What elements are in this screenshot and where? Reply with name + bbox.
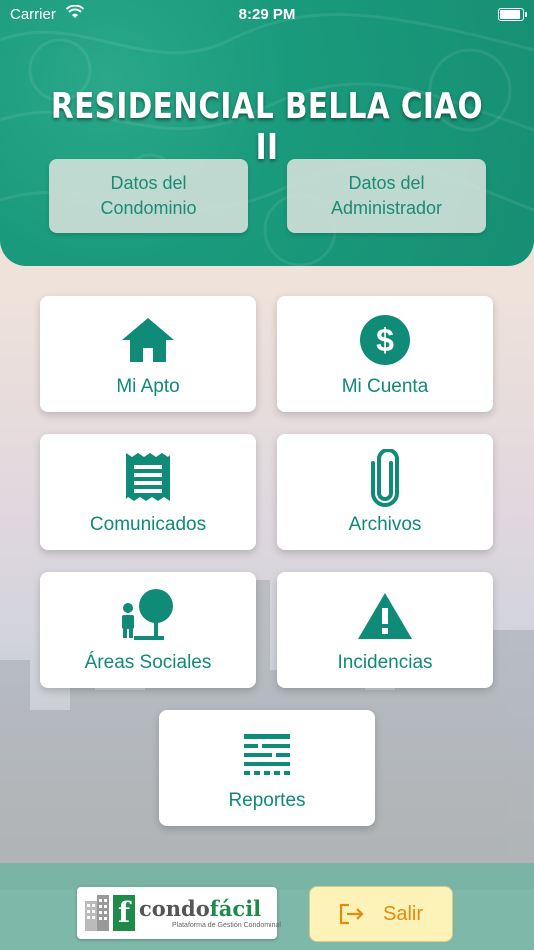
logo-wordmark: condofácil — [139, 896, 261, 921]
menu-tile-areas-sociales[interactable]: Áreas Sociales — [40, 572, 256, 688]
header-banner: RESIDENCIAL BELLA CIAO II Datos del Cond… — [0, 0, 534, 266]
administrator-info-button[interactable]: Datos del Administrador — [287, 159, 486, 233]
battery-icon — [498, 8, 527, 21]
warning-icon — [358, 593, 412, 639]
menu-tile-mi-cuenta[interactable]: $ Mi Cuenta — [277, 296, 493, 412]
reports-icon — [244, 734, 290, 775]
logo-letter: f — [113, 895, 135, 931]
svg-text:$: $ — [376, 322, 394, 358]
menu-tile-label: Áreas Sociales — [84, 652, 212, 673]
menu-tile-label: Incidencias — [337, 652, 433, 673]
exit-button[interactable]: Salir — [309, 886, 453, 942]
menu-tile-comunicados[interactable]: Comunicados — [40, 434, 256, 550]
building-icon — [85, 895, 109, 931]
menu-tile-label: Reportes — [228, 790, 306, 811]
administrator-info-label: Datos del Administrador — [330, 173, 443, 218]
park-icon — [122, 589, 173, 640]
menu-tile-mi-apto[interactable]: Mi Apto — [40, 296, 256, 412]
menu-tile-label: Archivos — [348, 514, 422, 535]
page-title: RESIDENCIAL BELLA CIAO II — [50, 86, 484, 168]
dollar-icon: $ — [360, 315, 410, 365]
menu-tile-archivos[interactable]: Archivos — [277, 434, 493, 550]
menu-tile-label: Mi Apto — [116, 376, 180, 397]
exit-label: Salir — [382, 902, 423, 925]
status-bar: Carrier 8:29 PM — [0, 0, 534, 30]
condominium-info-button[interactable]: Datos del Condominio — [49, 159, 248, 233]
menu-tile-label: Mi Cuenta — [341, 376, 429, 397]
home-icon — [122, 318, 174, 362]
clock: 8:29 PM — [238, 6, 296, 23]
logo-prefix: condo — [139, 896, 210, 921]
paperclip-icon — [371, 449, 399, 507]
receipt-icon — [126, 453, 170, 501]
menu-tile-reportes[interactable]: Reportes — [159, 710, 375, 826]
menu-tile-incidencias[interactable]: Incidencias — [277, 572, 493, 688]
logo-suffix: fácil — [209, 896, 262, 921]
logout-icon — [339, 903, 364, 925]
condofacil-logo: f condofácil Plataforma de Gestión Condo… — [77, 887, 281, 939]
menu-tile-label: Comunicados — [89, 514, 207, 535]
logo-tagline: Plataforma de Gestión Condominal — [172, 922, 281, 929]
condominium-info-label: Datos del Condominio — [100, 173, 197, 218]
